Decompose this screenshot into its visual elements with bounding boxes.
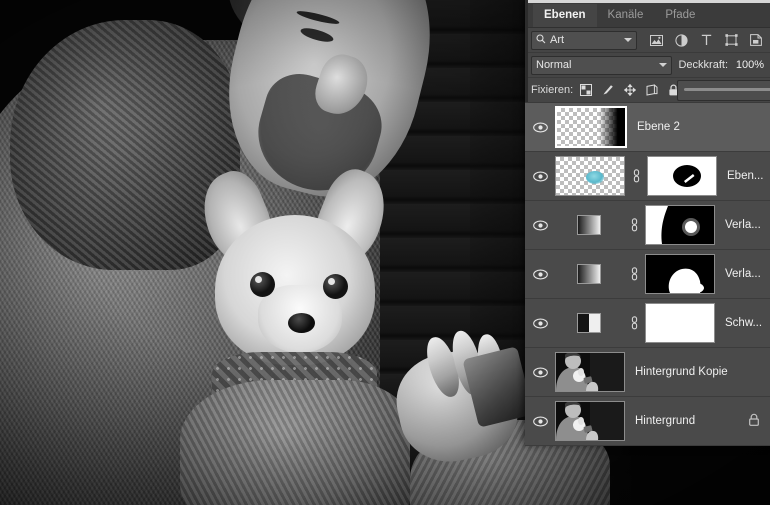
layer-mask-link-icon[interactable]	[623, 267, 645, 281]
filter-pixel-layers-icon[interactable]	[649, 33, 663, 47]
layer-name[interactable]: Verla...	[725, 219, 761, 231]
layer-row-hintergrund[interactable]: Hintergrund	[525, 397, 770, 446]
layer-row-hintergrund-kopie[interactable]: Hintergrund Kopie	[525, 348, 770, 397]
layer-visibility-toggle[interactable]	[525, 416, 555, 427]
opacity-label: Deckkraft:	[678, 59, 728, 71]
layer-thumbnail-wrap[interactable]	[555, 352, 625, 392]
chevron-down-icon	[624, 38, 632, 42]
layer-mask-link-icon[interactable]	[623, 218, 645, 232]
dog-nose	[288, 313, 315, 333]
sweater-cuff-left	[180, 380, 410, 505]
blend-mode-select[interactable]: Normal	[531, 55, 673, 75]
layer-kind-filter-value: Art	[550, 34, 565, 46]
layers-panel[interactable]: Ebenen Kanäle Pfade Art Normal Deckkraft…	[525, 0, 770, 446]
gradient-map-adjustment-icon[interactable]	[555, 215, 623, 235]
filter-adjustment-layers-icon[interactable]	[674, 33, 688, 47]
layer-mask-thumbnail[interactable]	[645, 303, 715, 343]
layer-thumbnail-wrap[interactable]	[555, 156, 625, 196]
layer-thumbnail-wrap[interactable]	[555, 106, 627, 148]
filter-smart-object-icon[interactable]	[749, 33, 763, 47]
cyan-paint-blob	[586, 171, 604, 184]
filter-type-icons[interactable]	[649, 33, 763, 47]
filter-shape-layers-icon[interactable]	[724, 33, 738, 47]
layer-visibility-toggle[interactable]	[525, 171, 555, 182]
search-icon	[536, 33, 546, 47]
blend-mode-value: Normal	[536, 59, 572, 71]
thumbnail-gradient-fade	[599, 108, 625, 146]
layer-row-eben[interactable]: Eben...	[525, 152, 770, 201]
layer-name[interactable]: Hintergrund	[635, 415, 695, 427]
layer-visibility-toggle[interactable]	[525, 220, 555, 231]
layer-name[interactable]: Hintergrund Kopie	[635, 366, 728, 378]
panel-tab-bar[interactable]: Ebenen Kanäle Pfade	[525, 3, 770, 28]
layer-name[interactable]: Schw...	[725, 317, 762, 329]
dog-eye-left	[250, 272, 275, 297]
lock-buttons[interactable]	[579, 84, 680, 97]
sweater-collar	[10, 20, 240, 270]
panel-top-divider	[525, 0, 770, 3]
lock-transparent-pixels-icon[interactable]	[579, 84, 592, 97]
layer-name[interactable]: Ebene 2	[637, 121, 680, 133]
black-white-swatch	[577, 313, 601, 333]
lock-artboard-nesting-icon[interactable]	[645, 84, 658, 97]
layer-mask-thumbnail[interactable]	[647, 156, 717, 196]
layer-mask-link-icon[interactable]	[623, 316, 645, 330]
chevron-down-icon	[659, 63, 668, 67]
fill-field[interactable]	[677, 80, 770, 101]
layer-mask-thumbnail[interactable]	[645, 254, 715, 294]
fill-slider-track[interactable]	[684, 88, 770, 91]
tab-pfade[interactable]: Pfade	[654, 4, 706, 27]
tab-kanaele[interactable]: Kanäle	[597, 4, 655, 27]
layer-thumbnail[interactable]	[555, 401, 625, 441]
blend-mode-row[interactable]: Normal Deckkraft: 100%	[525, 53, 770, 78]
filter-type-layers-icon[interactable]	[699, 33, 713, 47]
lock-image-pixels-icon[interactable]	[601, 84, 614, 97]
tab-ebenen[interactable]: Ebenen	[533, 4, 597, 27]
layer-mask-thumbnail[interactable]	[645, 205, 715, 245]
layer-mask-link-icon[interactable]	[625, 169, 647, 183]
layer-visibility-toggle[interactable]	[525, 367, 555, 378]
layer-thumbnail[interactable]	[555, 352, 625, 392]
lock-row[interactable]: Fixieren:	[525, 78, 770, 103]
layer-thumbnail[interactable]	[555, 156, 625, 196]
lock-position-icon[interactable]	[623, 84, 636, 97]
gradient-map-adjustment-icon[interactable]	[555, 264, 623, 284]
layer-thumbnail[interactable]	[555, 106, 627, 148]
layer-thumbnail-wrap[interactable]	[555, 401, 625, 441]
layer-kind-filter-select[interactable]: Art	[531, 30, 637, 50]
layer-row-verlauf-2[interactable]: Verla...	[525, 250, 770, 299]
layer-row-ebene-2[interactable]: Ebene 2	[525, 103, 770, 152]
layer-locked-icon	[748, 413, 760, 429]
gradient-swatch	[577, 264, 601, 284]
layer-name[interactable]: Verla...	[725, 268, 761, 280]
dog-eye-right	[323, 274, 348, 299]
layer-visibility-toggle[interactable]	[525, 122, 555, 133]
layer-visibility-toggle[interactable]	[525, 269, 555, 280]
layer-list[interactable]: Ebene 2 Eben... Verla... Verla... Schw..…	[525, 103, 770, 446]
layer-name[interactable]: Eben...	[727, 170, 763, 182]
gradient-swatch	[577, 215, 601, 235]
black-white-adjustment-icon[interactable]	[555, 313, 623, 333]
lock-label: Fixieren:	[531, 84, 574, 96]
layer-row-verlauf-1[interactable]: Verla...	[525, 201, 770, 250]
layer-visibility-toggle[interactable]	[525, 318, 555, 329]
opacity-value[interactable]: 100%	[734, 59, 764, 71]
layer-row-schwarzweiss[interactable]: Schw...	[525, 299, 770, 348]
filter-row[interactable]: Art	[525, 28, 770, 53]
